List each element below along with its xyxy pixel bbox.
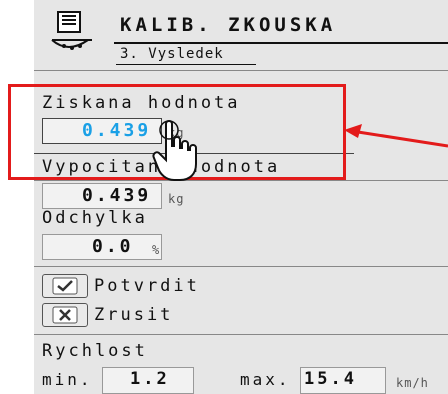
deviation-label: Odchylka bbox=[42, 208, 148, 228]
calculated-unit: kg bbox=[168, 192, 185, 206]
header: KALIB. ZKOUSKA 3. Vysledek bbox=[34, 0, 448, 70]
speed-label: Rychlost bbox=[42, 341, 148, 361]
scale-icon bbox=[51, 11, 92, 50]
speed-max-label: max. bbox=[240, 370, 291, 389]
checkmark-icon bbox=[52, 277, 78, 295]
divider bbox=[34, 180, 448, 181]
divider bbox=[34, 266, 448, 267]
divider bbox=[34, 70, 448, 71]
hand-pointer-icon bbox=[152, 120, 197, 181]
confirm-label[interactable]: Potvrdit bbox=[94, 276, 200, 296]
divider bbox=[34, 334, 448, 335]
page-subtitle: 3. Vysledek bbox=[120, 46, 224, 62]
speed-unit: km/h bbox=[396, 376, 429, 390]
arrow-annotation bbox=[344, 124, 448, 148]
subtitle-underline bbox=[116, 64, 256, 65]
calculated-value: 0.439 bbox=[82, 185, 152, 206]
x-icon bbox=[52, 306, 78, 324]
page-title: KALIB. ZKOUSKA bbox=[120, 14, 337, 36]
cancel-label[interactable]: Zrusit bbox=[94, 305, 173, 325]
cancel-button[interactable] bbox=[42, 303, 88, 327]
speed-min-value: 1.2 bbox=[130, 369, 170, 389]
terminal-screen: KALIB. ZKOUSKA 3. Vysledek Ziskana hodno… bbox=[34, 0, 448, 394]
confirm-button[interactable] bbox=[42, 274, 88, 298]
deviation-unit: % bbox=[152, 243, 161, 257]
deviation-value: 0.0 bbox=[92, 236, 134, 257]
speed-min-label: min. bbox=[42, 370, 93, 389]
speed-max-value: 15.4 bbox=[304, 369, 357, 389]
